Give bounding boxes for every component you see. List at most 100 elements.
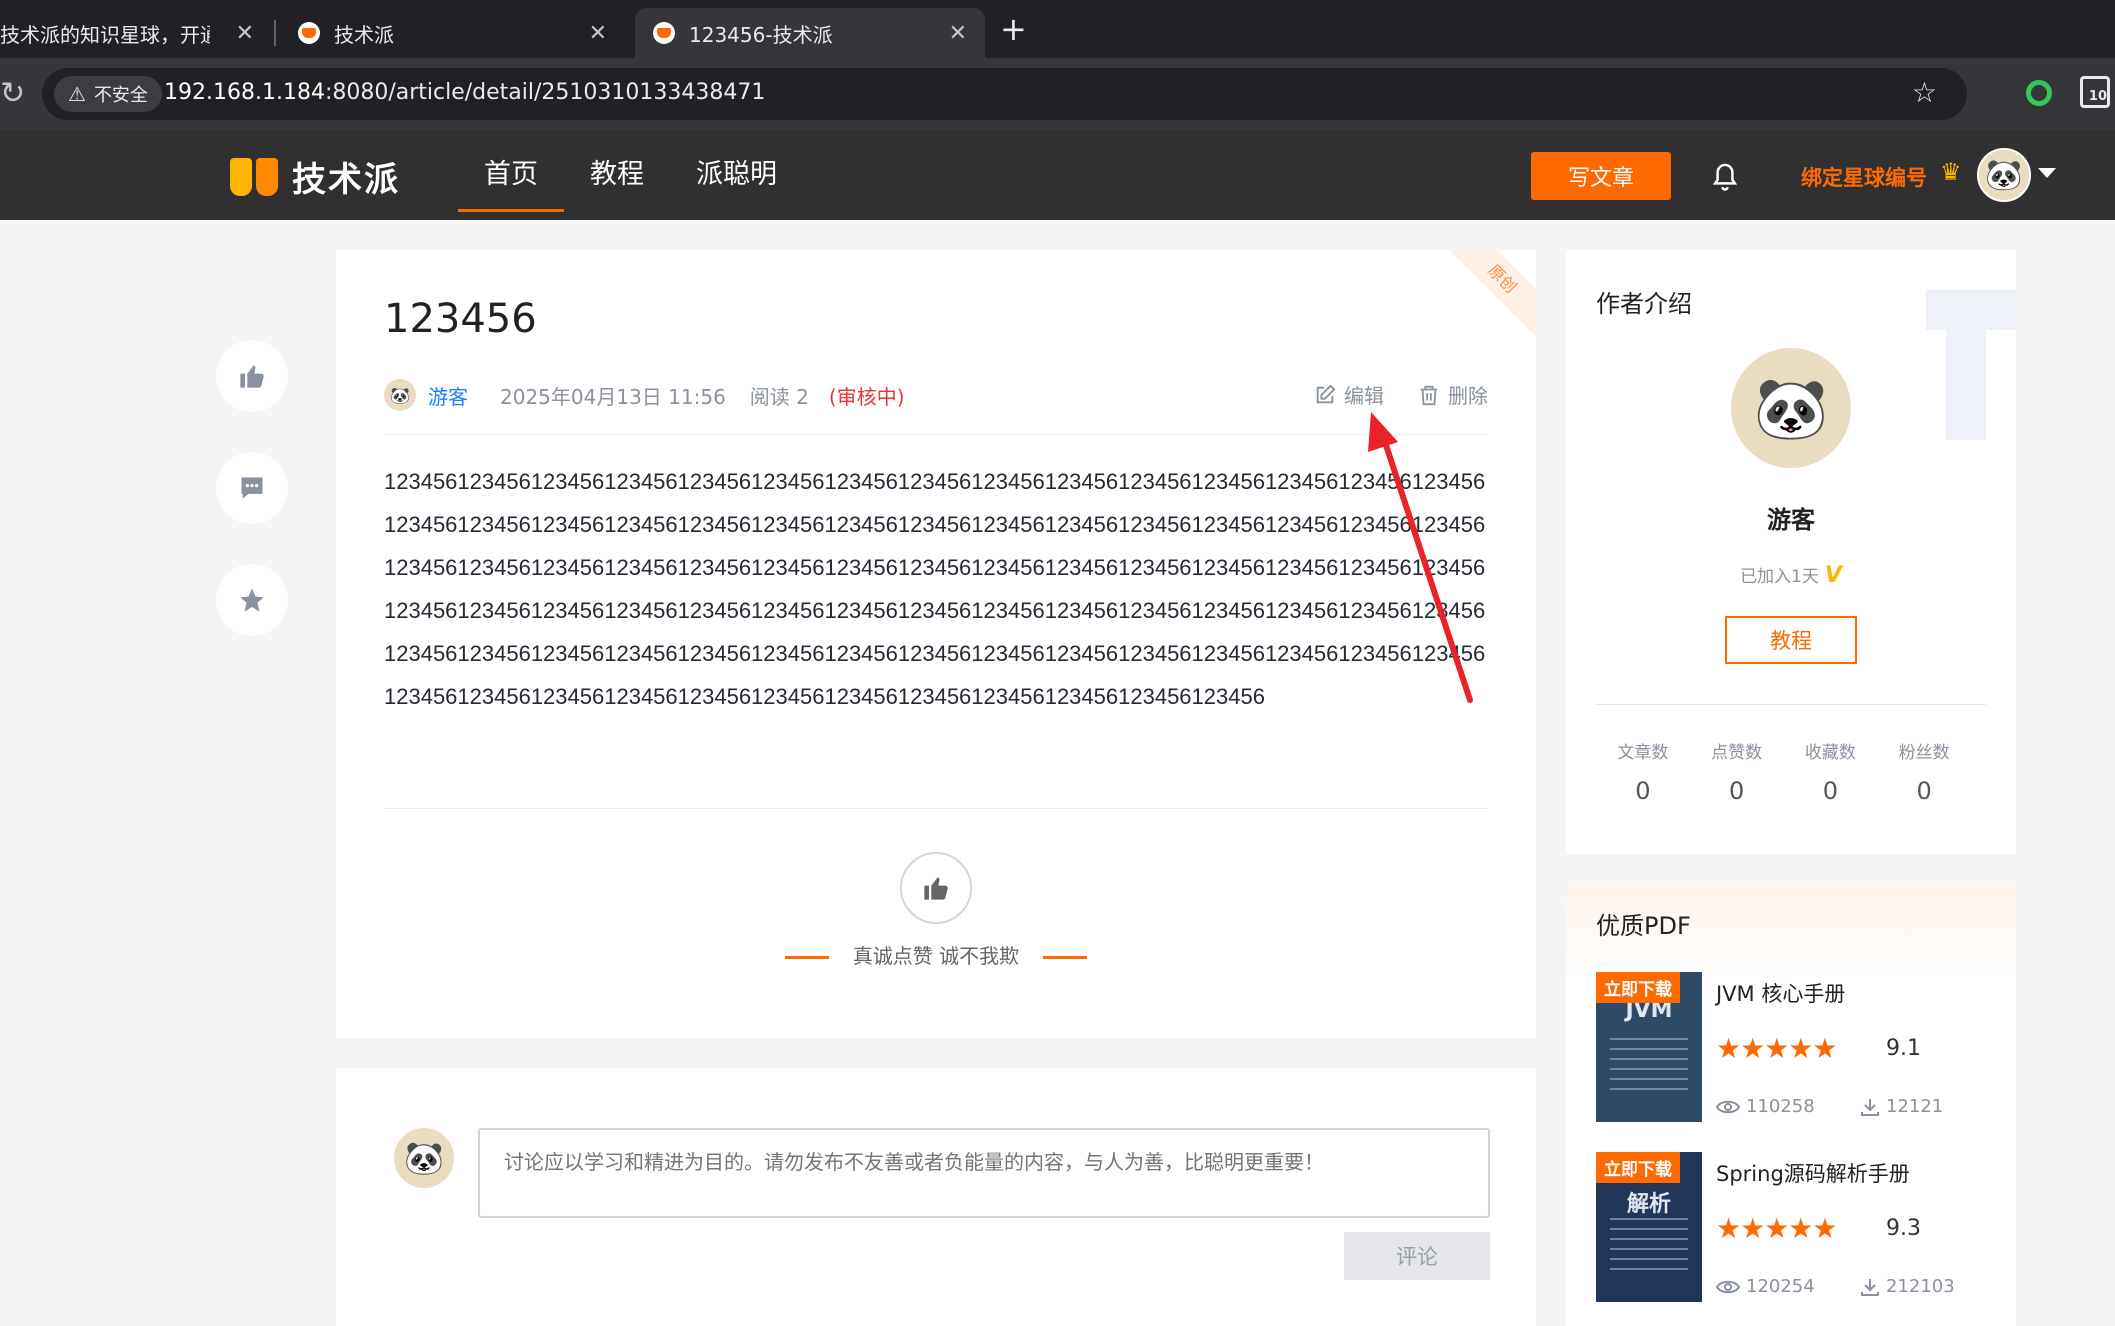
side-favorite-button[interactable]: [216, 564, 288, 636]
comment-icon: [241, 477, 263, 499]
author-card: 作者介绍 🐼 游客 已加入1天 V 教程 文章数 0 点赞数 0 收藏数 0 粉丝数 0: [1566, 250, 2016, 854]
author-name-link[interactable]: 游客: [428, 381, 468, 410]
site-logo[interactable]: 技术派: [230, 152, 400, 201]
pdf-item[interactable]: JVM 立即下载 JVM 核心手册 ★★★★★ 9.1 110258 12121: [1596, 972, 1996, 1124]
pdf-name[interactable]: JVM 核心手册: [1716, 978, 1845, 1008]
user-avatar[interactable]: 🐼: [1977, 148, 2031, 202]
nav-tutorial[interactable]: 教程: [564, 130, 670, 220]
original-ribbon: 原创: [1433, 250, 1536, 348]
tab-separator: [274, 20, 276, 46]
pdf-views: 120254: [1716, 1276, 1815, 1297]
thumbs-up-icon: [924, 877, 948, 900]
comment-card: 🐼 评论: [336, 1068, 1536, 1326]
article-title: 123456: [384, 296, 537, 342]
bell-icon[interactable]: [1710, 160, 1740, 192]
article-body: 1234561234561234561234561234561234561234…: [384, 469, 1486, 709]
pdf-downloads: 12121: [1860, 1096, 1943, 1117]
tab-title: 123456-技术派: [689, 22, 833, 47]
cover-decoration: [1610, 1218, 1688, 1278]
pdf-card-title: 优质PDF: [1596, 912, 1691, 940]
browser-tab-strip: 技术派的知识星球，开通啦！附 ✕ 技术派 ✕ 123456-技术派 ✕ +: [0, 0, 2115, 58]
pdf-item[interactable]: 解析 立即下载 Spring源码解析手册 ★★★★★ 9.3 120254 21…: [1596, 1152, 1996, 1304]
delete-label: 删除: [1448, 384, 1488, 408]
chevron-down-icon[interactable]: [2038, 168, 2056, 178]
author-avatar[interactable]: 🐼: [384, 379, 416, 411]
url-text[interactable]: 192.168.1.184:8080/article/detail/251031…: [164, 80, 765, 105]
edit-button[interactable]: 编辑: [1314, 380, 1384, 409]
article-card: 原创 123456 🐼 游客 2025年04月13日 11:56 阅读 2 (审…: [336, 250, 1536, 1038]
author-avatar-large[interactable]: 🐼: [1731, 348, 1851, 468]
cover-decoration: [1610, 1038, 1688, 1098]
security-label: 不安全: [93, 85, 148, 106]
pdf-views: 110258: [1716, 1096, 1815, 1117]
article-meta: 🐼 游客 2025年04月13日 11:56 阅读 2 (审核中): [384, 378, 905, 412]
rating-stars-icon: ★★★★★: [1716, 1032, 1838, 1065]
tab-title: 技术派: [334, 22, 394, 47]
side-comment-button[interactable]: [216, 452, 288, 524]
extension-icon[interactable]: [2026, 80, 2052, 106]
url-path: :8080/article/detail/2510310133438471: [324, 80, 766, 105]
edit-icon: [1316, 384, 1336, 403]
delete-button[interactable]: 删除: [1418, 380, 1488, 409]
stat-value: 0: [1916, 777, 1932, 805]
joined-text: 已加入1天: [1740, 567, 1819, 587]
site-favicon-icon: [298, 22, 320, 44]
close-icon[interactable]: ✕: [949, 21, 967, 46]
calendar-extension-icon[interactable]: 10: [2080, 76, 2110, 108]
url-host: 192.168.1.184: [164, 80, 325, 105]
eye-icon: [1716, 1100, 1740, 1113]
article-like-button[interactable]: [900, 852, 972, 924]
comment-input[interactable]: [478, 1128, 1490, 1218]
warning-icon: ⚠: [68, 82, 86, 106]
site-favicon-icon: [653, 22, 675, 44]
stat-label: 收藏数: [1804, 743, 1856, 763]
read-count: 阅读 2: [749, 384, 809, 409]
nav-paicongming[interactable]: 派聪明: [670, 130, 803, 220]
bookmark-star-icon[interactable]: ☆: [1912, 76, 1937, 109]
author-name: 游客: [1767, 506, 1815, 534]
meta-divider: [384, 434, 1488, 435]
joined-info: 已加入1天 V: [1566, 562, 2016, 588]
pdf-cover[interactable]: 解析 立即下载: [1596, 1152, 1702, 1302]
browser-toolbar: ↻ ⚠ 不安全 192.168.1.184:8080/article/detai…: [0, 58, 2115, 130]
logo-text: 技术派: [292, 160, 400, 200]
pdf-card: 优质PDF JVM 立即下载 JVM 核心手册 ★★★★★ 9.1 110258…: [1566, 884, 2016, 1326]
download-icon: [1861, 1278, 1879, 1296]
stat-followers: 粉丝数 0: [1877, 738, 1971, 805]
security-chip[interactable]: ⚠ 不安全: [54, 76, 162, 112]
download-tag[interactable]: 立即下载: [1596, 1152, 1680, 1183]
body-divider: [384, 808, 1488, 809]
like-note-text: 真诚点赞 诚不我欺: [852, 944, 1020, 968]
pdf-name[interactable]: Spring源码解析手册: [1716, 1158, 1910, 1188]
stat-value: 0: [1635, 777, 1651, 805]
stat-likes: 点赞数 0: [1690, 738, 1784, 805]
edit-label: 编辑: [1344, 384, 1384, 408]
browser-tab[interactable]: 技术派 ✕: [280, 8, 625, 58]
review-status: (审核中): [828, 384, 905, 409]
bind-planet-link[interactable]: 绑定星球编号: [1801, 162, 1927, 192]
side-like-button[interactable]: [216, 340, 288, 412]
views-count: 120254: [1746, 1276, 1815, 1297]
download-tag[interactable]: 立即下载: [1596, 972, 1680, 1003]
pdf-rating: 9.3: [1886, 1216, 1921, 1241]
browser-tab-active[interactable]: 123456-技术派 ✕: [635, 8, 985, 58]
views-count: 110258: [1746, 1096, 1815, 1117]
stat-label: 粉丝数: [1898, 743, 1950, 763]
new-tab-icon[interactable]: +: [1000, 10, 1027, 48]
address-bar[interactable]: ⚠ 不安全 192.168.1.184:8080/article/detail/…: [42, 68, 1967, 120]
reload-icon[interactable]: ↻: [0, 76, 25, 111]
author-card-title: 作者介绍: [1596, 290, 1692, 318]
download-icon: [1861, 1098, 1879, 1116]
write-article-button[interactable]: 写文章: [1531, 152, 1671, 200]
pdf-rating: 9.1: [1886, 1036, 1921, 1061]
close-icon[interactable]: ✕: [589, 21, 607, 46]
decorative-logo-icon: [1926, 290, 2016, 440]
pdf-cover[interactable]: JVM 立即下载: [1596, 972, 1702, 1122]
tutorial-button[interactable]: 教程: [1725, 616, 1857, 664]
nav-home[interactable]: 首页: [458, 130, 564, 220]
close-icon[interactable]: ✕: [236, 21, 254, 46]
downloads-count: 212103: [1886, 1276, 1955, 1297]
comment-submit-button[interactable]: 评论: [1344, 1232, 1490, 1280]
author-card-divider: [1596, 704, 1986, 705]
browser-tab[interactable]: 技术派的知识星球，开通啦！附 ✕: [0, 8, 272, 58]
